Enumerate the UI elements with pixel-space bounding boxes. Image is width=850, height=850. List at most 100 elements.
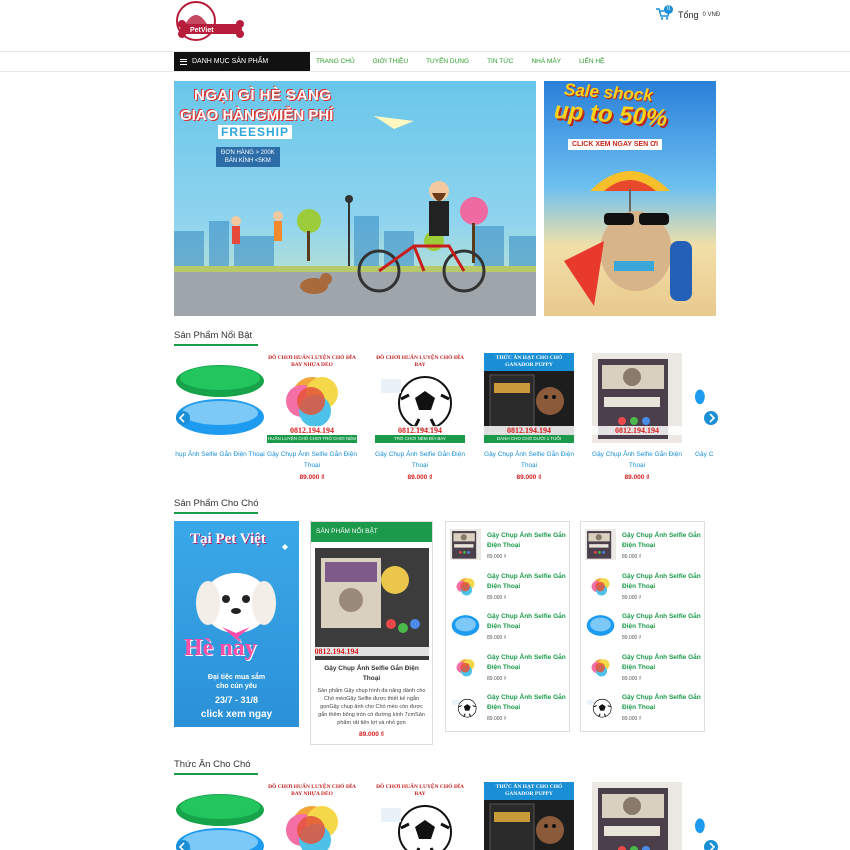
list-item-image[interactable]: [585, 691, 616, 722]
list-item[interactable]: Gậy Chụp Ảnh Selfie Gắn Điện Thoại 89.000…: [585, 688, 703, 728]
featured-product-name[interactable]: Gậy Chụp Ảnh Selfie Gắn Điện Thoại: [311, 664, 432, 684]
list-item[interactable]: Gậy Chụp Ảnh Selfie Gắn Điện Thoại 89.000…: [450, 648, 568, 688]
product-name[interactable]: Gậy C: [695, 449, 717, 460]
product-card[interactable]: hụp Ảnh Selfie Gắn Điện Thoại: [170, 353, 270, 460]
product-image-phone: 0812.194.194: [484, 426, 574, 435]
product-image-art: [450, 610, 481, 641]
list-item-image[interactable]: [450, 569, 481, 601]
product-image[interactable]: 0812.194.194: [592, 353, 682, 443]
list-item-price: 89.000 ₫: [487, 635, 507, 641]
carousel-prev-icon[interactable]: [176, 840, 190, 850]
product-card[interactable]: 0812.194.194 Gậy Chụp Ảnh Selfie Gắn Điện…: [587, 353, 687, 481]
list-item-image[interactable]: [585, 610, 616, 641]
list-item-name[interactable]: Gậy Chụp Ảnh Selfie Gắn Điện Thoại: [487, 693, 567, 713]
product-list-column: Gậy Chụp Ảnh Selfie Gắn Điện Thoại 89.000…: [445, 521, 570, 732]
list-item[interactable]: Gậy Chụp Ảnh Selfie Gắn Điện Thoại 89.000…: [585, 567, 703, 607]
nav-contact[interactable]: LIÊN HỆ: [579, 58, 604, 65]
product-card[interactable]: ĐỒ CHƠI HUẤN LUYỆN CHÓ ĐĨA BAY: [370, 782, 470, 850]
list-item-name[interactable]: Gậy Chụp Ảnh Selfie Gắn Điện Thoại: [487, 572, 567, 592]
product-card[interactable]: ĐỒ CHƠI HUẤN LUYỆN CHÓ ĐĨA BAY NHỰA DẺO: [262, 782, 362, 850]
list-item-name[interactable]: Gậy Chụp Ảnh Selfie Gắn Điện Thoại: [622, 531, 702, 551]
list-item-image[interactable]: [585, 529, 616, 560]
product-name[interactable]: Gậy Chụp Ảnh Selfie Gắn Điện Thoại: [587, 449, 687, 471]
product-card[interactable]: [587, 782, 687, 850]
cart-total-value: 0 VNĐ: [702, 12, 721, 18]
product-image-art: [450, 691, 481, 722]
product-image-art: [585, 610, 616, 641]
featured-product-description: Sản phẩm Gậy chụp hình đa năng dành cho …: [317, 688, 426, 726]
list-item-name[interactable]: Gậy Chụp Ảnh Selfie Gắn Điện Thoại: [622, 653, 702, 673]
list-item-image[interactable]: [450, 610, 481, 641]
featured-product-phone: 0812.194.194: [314, 647, 429, 656]
product-image[interactable]: ĐỒ CHƠI HUẤN LUYỆN CHÓ ĐĨA BAY: [375, 782, 465, 850]
nav-about[interactable]: GIỚI THIỆU: [373, 58, 408, 65]
list-item[interactable]: Gậy Chụp Ảnh Selfie Gắn Điện Thoại 89.000…: [450, 607, 568, 647]
product-image[interactable]: THỨC ĂN HẠT CHO CHÓ GANADOR PUPPY 0812.19…: [484, 353, 574, 443]
promo-subtitle-1: Đại tiệc mua sắm: [207, 674, 266, 681]
list-item-name[interactable]: Gậy Chụp Ảnh Selfie Gắn Điện Thoại: [487, 531, 567, 551]
list-item-price: 89.000 ₫: [622, 716, 642, 722]
promo-dog-banner[interactable]: Tại Pet Việt Hè này Đại tiệc mua sắm cho…: [174, 521, 299, 727]
product-image[interactable]: ĐỒ CHƠI HUẤN LUYỆN CHÓ ĐĨA BAY 0812.194.1…: [375, 353, 465, 443]
product-price: 89.000 ₫: [299, 474, 325, 481]
product-name[interactable]: Gậy Chụp Ảnh Selfie Gắn Điện Thoại: [479, 449, 579, 471]
carousel-next-icon[interactable]: [704, 411, 718, 425]
product-image-headline: THỨC ĂN HẠT CHO CHÓ GANADOR PUPPY: [484, 353, 574, 371]
product-image-art: [585, 650, 616, 682]
main-banner[interactable]: NGẠI GÌ HÈ SANG GIAO HÀNGMIỄN PHÍ FREESH…: [174, 81, 536, 316]
list-item-image[interactable]: [450, 650, 481, 682]
product-image-art: [175, 353, 265, 443]
product-image[interactable]: THỨC ĂN HẠT CHO CHÓ GANADOR PUPPY: [484, 782, 574, 850]
list-item-image[interactable]: [450, 529, 481, 560]
section-underline: [174, 344, 258, 346]
list-item[interactable]: Gậy Chụp Ảnh Selfie Gắn Điện Thoại 89.000…: [585, 607, 703, 647]
list-item-image[interactable]: [585, 569, 616, 601]
nav-recruitment[interactable]: TUYỂN DỤNG: [426, 58, 469, 65]
product-image-art: [585, 569, 616, 601]
product-card[interactable]: THỨC ĂN HẠT CHO CHÓ GANADOR PUPPY 0812.19…: [479, 353, 579, 481]
carousel-prev-icon[interactable]: [176, 411, 190, 425]
category-menu-label: DANH MỤC SẢN PHẨM: [192, 58, 269, 65]
product-image[interactable]: [695, 353, 717, 443]
product-image[interactable]: ĐỒ CHƠI HUẤN LUYỆN CHÓ ĐĨA BAY NHỰA DẺO: [267, 782, 357, 850]
list-item-image[interactable]: [585, 650, 616, 682]
list-item-name[interactable]: Gậy Chụp Ảnh Selfie Gắn Điện Thoại: [487, 653, 567, 673]
product-card[interactable]: ĐỒ CHƠI HUẤN LUYỆN CHÓ ĐĨA BAY 0812.194.1…: [370, 353, 470, 481]
list-item-name[interactable]: Gậy Chụp Ảnh Selfie Gắn Điện Thoại: [622, 612, 702, 632]
product-image[interactable]: [592, 782, 682, 850]
list-item[interactable]: Gậy Chụp Ảnh Selfie Gắn Điện Thoại 89.000…: [450, 526, 568, 566]
product-name[interactable]: hụp Ảnh Selfie Gắn Điện Thoại: [170, 449, 270, 460]
list-item-name[interactable]: Gậy Chụp Ảnh Selfie Gắn Điện Thoại: [622, 693, 702, 713]
product-image[interactable]: [175, 353, 265, 443]
cart-icon[interactable]: 0: [656, 5, 674, 22]
product-image-footer: DÀNH CHO CHÓ DƯỚI 1 TUỔI: [484, 435, 574, 443]
product-name[interactable]: Gậy Chụp Ảnh Selfie Gắn Điện Thoại: [370, 449, 470, 471]
list-item-image[interactable]: [450, 691, 481, 722]
product-card[interactable]: ĐỒ CHƠI HUẤN LUYỆN CHÓ ĐĨA BAY NHỰA DẺO 0…: [262, 353, 362, 481]
promo-heading: Hè này: [184, 635, 257, 661]
list-item[interactable]: Gậy Chụp Ảnh Selfie Gắn Điện Thoại 89.000…: [585, 648, 703, 688]
product-name[interactable]: Gậy Chụp Ảnh Selfie Gắn Điện Thoại: [262, 449, 362, 471]
product-image-art: [585, 529, 616, 560]
featured-product-image[interactable]: 0812.194.194: [314, 548, 429, 660]
list-item[interactable]: Gậy Chụp Ảnh Selfie Gắn Điện Thoại 89.000…: [585, 526, 703, 566]
site-logo[interactable]: PetViet: [174, 0, 246, 42]
product-price: 89.000 ₫: [407, 474, 433, 481]
carousel-next-icon[interactable]: [704, 840, 718, 850]
product-card[interactable]: Gậy C: [695, 353, 717, 460]
nav-factory[interactable]: NHÀ MÁY: [531, 58, 561, 65]
list-item[interactable]: Gậy Chụp Ảnh Selfie Gắn Điện Thoại 89.000…: [450, 688, 568, 728]
sale-dog-illustration: [564, 171, 692, 306]
cart-widget[interactable]: 0 Tổng 0 VNĐ: [656, 5, 721, 22]
product-list-column: Gậy Chụp Ảnh Selfie Gắn Điện Thoại 89.000…: [580, 521, 705, 732]
nav-home[interactable]: TRANG CHỦ: [316, 58, 355, 65]
list-item[interactable]: Gậy Chụp Ảnh Selfie Gắn Điện Thoại 89.000…: [450, 567, 568, 607]
nav-news[interactable]: TIN TỨC: [487, 58, 513, 65]
sale-banner[interactable]: Sale shock up to 50% CLICK XEM NGAY SEN …: [544, 81, 716, 316]
product-card[interactable]: THỨC ĂN HẠT CHO CHÓ GANADOR PUPPY: [479, 782, 579, 850]
list-item-name[interactable]: Gậy Chụp Ảnh Selfie Gắn Điện Thoại: [487, 612, 567, 632]
list-item-name[interactable]: Gậy Chụp Ảnh Selfie Gắn Điện Thoại: [622, 572, 702, 592]
category-menu-button[interactable]: DANH MỤC SẢN PHẨM: [174, 52, 310, 71]
list-item-price: 89.000 ₫: [622, 675, 642, 682]
product-image[interactable]: ĐỒ CHƠI HUẤN LUYỆN CHÓ ĐĨA BAY NHỰA DẺO 0…: [267, 353, 357, 443]
